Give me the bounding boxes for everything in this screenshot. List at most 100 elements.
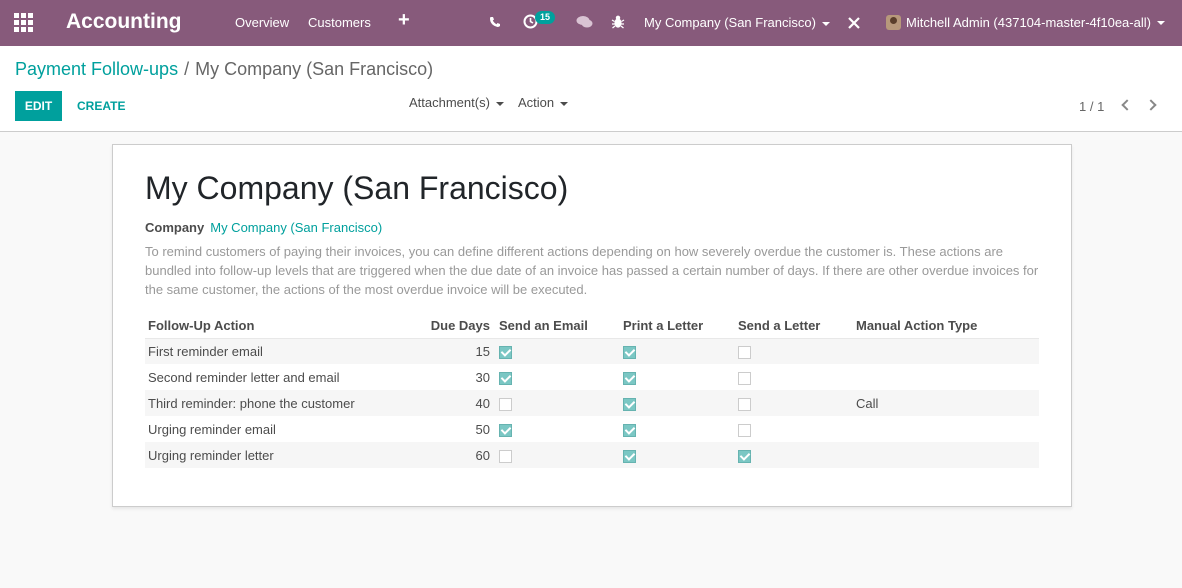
chevron-right-icon — [1145, 99, 1157, 111]
messaging-chat-icon[interactable] — [576, 15, 593, 29]
print-letter-checkbox[interactable] — [623, 371, 636, 385]
column-header-print-letter[interactable]: Print a Letter — [620, 313, 735, 339]
attachments-dropdown-label: Attachment(s) — [409, 95, 490, 110]
send-email-cell — [496, 364, 620, 390]
create-button[interactable]: CREATE — [77, 99, 125, 113]
send-email-cell — [496, 416, 620, 442]
follow-up-lines-table: Follow-Up Action Due Days Send an Email … — [145, 313, 1039, 468]
send-letter-checkbox[interactable] — [738, 371, 751, 385]
print-letter-cell — [620, 364, 735, 390]
send-email-checkbox[interactable] — [499, 397, 512, 411]
record-title: My Company (San Francisco) — [145, 170, 569, 206]
manual-action-type-cell — [853, 416, 1039, 442]
top-navbar: Accounting Overview Customers + 15 My Co… — [0, 0, 1182, 46]
follow-up-action-cell: Third reminder: phone the customer — [145, 390, 424, 416]
table-row[interactable]: Urging reminder email 50 — [145, 416, 1039, 442]
column-header-due-days[interactable]: Due Days — [424, 313, 496, 339]
send-letter-cell — [735, 390, 853, 416]
company-switcher[interactable]: My Company (San Francisco) — [644, 15, 830, 30]
avatar — [886, 15, 901, 30]
print-letter-cell — [620, 416, 735, 442]
help-text: To remind customers of paying their invo… — [145, 244, 1039, 297]
print-letter-checkbox[interactable] — [623, 397, 636, 411]
menu-customers[interactable]: Customers — [308, 15, 371, 30]
due-days-cell: 30 — [475, 369, 490, 385]
due-days-cell: 40 — [424, 390, 496, 416]
table-header-row: Follow-Up Action Due Days Send an Email … — [145, 313, 1039, 339]
pager-next-button[interactable] — [1145, 97, 1160, 113]
company-field-link[interactable]: My Company (San Francisco) — [210, 220, 382, 235]
control-panel: Payment Follow-ups / My Company (San Franc… — [0, 46, 1182, 132]
action-dropdown[interactable]: Action — [518, 95, 569, 110]
column-header-follow-up-action[interactable]: Follow-Up Action — [145, 313, 424, 339]
send-letter-checkbox[interactable] — [738, 397, 751, 411]
send-email-cell — [496, 338, 620, 364]
pager-previous-button[interactable] — [1119, 97, 1133, 113]
form-sheet: My Company (San Francisco) Company My Com… — [112, 144, 1072, 507]
send-email-checkbox[interactable] — [499, 449, 512, 463]
send-letter-checkbox[interactable] — [738, 423, 751, 437]
send-letter-cell — [735, 442, 853, 468]
manual-action-type-cell — [853, 338, 1039, 364]
chevron-down-icon — [821, 21, 830, 26]
print-letter-checkbox[interactable] — [623, 345, 636, 359]
print-letter-cell — [620, 390, 735, 416]
company-field: Company My Company (San Francisco) — [145, 220, 382, 235]
follow-up-action-cell: Urging reminder email — [148, 421, 276, 437]
edit-button[interactable]: EDIT — [15, 91, 62, 121]
print-letter-checkbox[interactable] — [623, 423, 636, 437]
send-letter-cell — [735, 416, 853, 442]
send-letter-cell — [735, 338, 853, 364]
user-menu[interactable]: Mitchell Admin (437104-master-4f10ea-all… — [886, 15, 1165, 30]
company-field-label: Company — [145, 220, 205, 235]
manual-action-type-cell — [853, 364, 1039, 390]
print-letter-cell — [620, 338, 735, 364]
chevron-down-icon — [1156, 20, 1165, 25]
send-letter-cell — [735, 364, 853, 390]
manual-action-type-cell — [853, 442, 1039, 468]
send-email-checkbox[interactable] — [499, 371, 512, 385]
due-days-cell: 50 — [475, 421, 490, 437]
phone-icon[interactable] — [489, 16, 501, 28]
company-switcher-label: My Company (San Francisco) — [644, 15, 816, 30]
due-days-cell: 60 — [424, 442, 496, 468]
pager-value[interactable]: 1 / 1 — [1079, 99, 1104, 114]
print-letter-cell — [620, 442, 735, 468]
chevron-left-icon — [1121, 99, 1133, 111]
send-email-checkbox[interactable] — [499, 423, 512, 437]
table-row[interactable]: First reminder email 15 — [145, 338, 1039, 364]
print-letter-checkbox[interactable] — [623, 449, 636, 463]
app-title[interactable]: Accounting — [66, 10, 182, 34]
debug-bug-icon[interactable] — [611, 14, 625, 29]
follow-up-action-cell: Second reminder letter and email — [148, 369, 340, 385]
menu-overview[interactable]: Overview — [235, 15, 289, 30]
table-row[interactable]: Second reminder letter and email 30 — [145, 364, 1039, 390]
send-email-cell — [496, 390, 620, 416]
manual-action-type-cell: Call — [853, 390, 1039, 416]
follow-up-action-cell: Urging reminder letter — [145, 442, 424, 468]
action-dropdown-label: Action — [518, 95, 555, 110]
column-header-manual-action-type[interactable]: Manual Action Type — [853, 313, 1039, 339]
tools-wrench-icon[interactable] — [847, 16, 861, 30]
send-email-checkbox[interactable] — [499, 345, 512, 359]
send-letter-checkbox[interactable] — [738, 449, 751, 463]
column-header-send-email[interactable]: Send an Email — [496, 313, 620, 339]
chevron-down-icon — [495, 101, 504, 106]
column-header-send-letter[interactable]: Send a Letter — [735, 313, 853, 339]
send-email-cell — [496, 442, 620, 468]
user-name: Mitchell Admin (437104-master-4f10ea-all… — [906, 15, 1151, 30]
breadcrumb: Payment Follow-ups / My Company (San Franc… — [15, 59, 433, 80]
activity-count-badge: 15 — [535, 11, 556, 24]
breadcrumb-current: My Company (San Francisco) — [195, 59, 434, 79]
breadcrumb-parent-link[interactable]: Payment Follow-ups — [15, 59, 178, 79]
due-days-cell: 15 — [424, 338, 496, 364]
attachments-dropdown[interactable]: Attachment(s) — [409, 95, 504, 110]
new-menu-plus-icon[interactable]: + — [398, 9, 410, 32]
apps-menu-icon[interactable] — [14, 13, 33, 32]
table-row[interactable]: Third reminder: phone the customer 40 Call — [145, 390, 1039, 416]
follow-up-action-cell: First reminder email — [145, 338, 424, 364]
chevron-down-icon — [560, 101, 569, 106]
send-letter-checkbox[interactable] — [738, 345, 751, 359]
breadcrumb-separator: / — [184, 59, 190, 79]
table-row[interactable]: Urging reminder letter 60 — [145, 442, 1039, 468]
